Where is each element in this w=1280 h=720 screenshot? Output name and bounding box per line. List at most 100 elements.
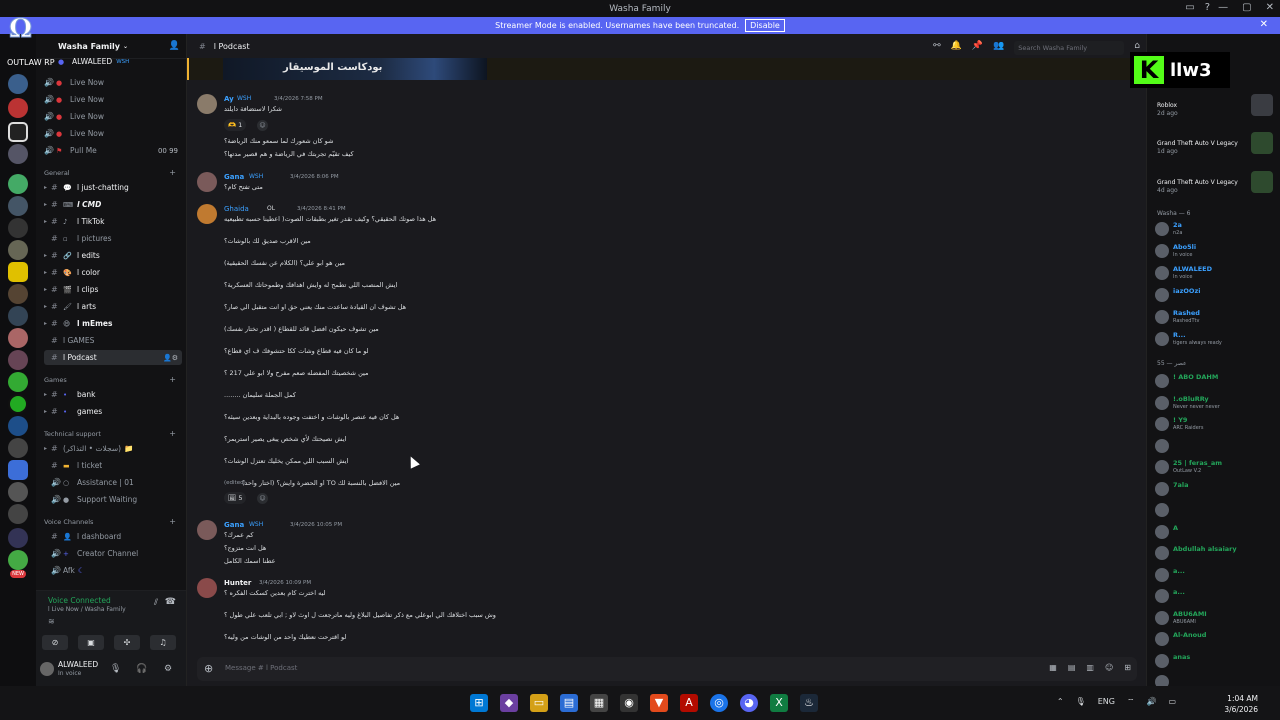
- calculator-icon[interactable]: ▦: [590, 694, 608, 712]
- message-input[interactable]: Message # l Podcast: [225, 664, 297, 672]
- channel-live-now[interactable]: 🔊 ● Live Now: [44, 92, 182, 107]
- add-channel-icon[interactable]: +: [169, 375, 176, 384]
- server-icon[interactable]: [8, 504, 28, 524]
- mic-tray-icon[interactable]: 🎙: [1076, 697, 1086, 707]
- channel-edits[interactable]: ▸ # 🔗 l edits: [44, 248, 182, 263]
- discord-icon[interactable]: ◕: [740, 694, 758, 712]
- channel-games-2[interactable]: ▸ # • games: [44, 404, 182, 419]
- channel-ticket[interactable]: # ▬ l ticket: [44, 458, 182, 473]
- member-item[interactable]: Abo5li In voice: [1153, 242, 1279, 260]
- channel-ticket-logs[interactable]: ▸ # (سجلات • التذاكر) 📁: [44, 441, 182, 456]
- server-icon[interactable]: [8, 482, 28, 502]
- server-icon[interactable]: [8, 240, 28, 260]
- server-icon[interactable]: [8, 284, 28, 304]
- avatar[interactable]: [197, 204, 217, 224]
- member-item[interactable]: ABU6AMI ABU6AMI: [1153, 609, 1279, 627]
- language-indicator[interactable]: ENG: [1098, 697, 1115, 707]
- microphone-icon[interactable]: 🎙: [110, 664, 121, 674]
- avatar[interactable]: [197, 578, 217, 598]
- avatar[interactable]: [40, 662, 54, 676]
- member-item[interactable]: Rashed RashedTtv: [1153, 308, 1279, 326]
- activity-card[interactable]: Roblox 2d ago: [1157, 90, 1277, 126]
- steam-icon[interactable]: ♨: [800, 694, 818, 712]
- add-reaction-icon[interactable]: ☺: [257, 493, 268, 504]
- server-icon[interactable]: [8, 416, 28, 436]
- minimize-icon[interactable]: —: [1218, 2, 1228, 13]
- obs-icon[interactable]: ◉: [620, 694, 638, 712]
- maximize-icon[interactable]: ▢: [1242, 2, 1251, 13]
- channel-dashboard[interactable]: # 👤 l dashboard: [44, 529, 182, 544]
- message-author[interactable]: Ay: [224, 95, 234, 103]
- member-item[interactable]: A: [1153, 523, 1279, 541]
- member-item[interactable]: [1153, 501, 1279, 519]
- channel-games[interactable]: # l GAMES: [44, 333, 182, 348]
- file-explorer-icon[interactable]: ▭: [530, 694, 548, 712]
- activity-card[interactable]: Grand Theft Auto V Legacy 1d ago: [1157, 128, 1277, 164]
- server-icon[interactable]: [8, 144, 28, 164]
- message-author[interactable]: Ghaida: [224, 205, 249, 213]
- server-icon[interactable]: [8, 98, 28, 118]
- channel-pull-me[interactable]: 🔊 ⚑ Pull Me 00 99: [44, 143, 182, 158]
- store-icon[interactable]: ▤: [560, 694, 578, 712]
- channel-just-chatting[interactable]: ▸ # 💬 l just-chatting: [44, 180, 182, 195]
- wifi-icon[interactable]: ⌔: [1127, 697, 1135, 707]
- avatar[interactable]: [197, 94, 217, 114]
- member-item[interactable]: 25 | feras_am OutLaw V.2: [1153, 458, 1279, 476]
- channel-pictures[interactable]: # ▫ l pictures: [44, 231, 182, 246]
- voice-channel-path[interactable]: l Live Now / Washa Family: [48, 606, 126, 613]
- emoji-grid-icon[interactable]: ⊞: [1124, 663, 1131, 672]
- server-icon[interactable]: [8, 74, 28, 94]
- excel-icon[interactable]: X: [770, 694, 788, 712]
- avatar[interactable]: [197, 172, 217, 192]
- server-icon[interactable]: [8, 550, 28, 570]
- channel-cmd[interactable]: ▸ # ⌨ l CMD: [44, 197, 182, 212]
- channel-creator[interactable]: 🔊 + Creator Channel: [44, 546, 182, 561]
- server-icon[interactable]: [8, 306, 28, 326]
- server-icon[interactable]: [8, 372, 28, 392]
- activities-icon[interactable]: ✣: [114, 635, 140, 650]
- activity-card[interactable]: Grand Theft Auto V Legacy 4d ago: [1157, 167, 1277, 203]
- member-item[interactable]: 7ala: [1153, 480, 1279, 498]
- invite-settings-icons[interactable]: 👤⚙: [163, 354, 178, 362]
- server-icon[interactable]: [8, 262, 28, 282]
- gift-icon[interactable]: ▤: [1068, 663, 1076, 672]
- headphones-icon[interactable]: 🎧: [136, 664, 147, 674]
- help-icon[interactable]: ?: [1205, 2, 1210, 13]
- sticker-icon[interactable]: ☺: [1105, 663, 1113, 672]
- server-icon[interactable]: [8, 122, 28, 142]
- member-item[interactable]: anas: [1153, 652, 1279, 670]
- channel-memes[interactable]: ▸ # 😄 l mEmes: [44, 316, 182, 331]
- message-author[interactable]: Gana: [224, 521, 244, 529]
- member-item[interactable]: a...: [1153, 587, 1279, 605]
- noise-icon[interactable]: ≋: [48, 617, 55, 626]
- member-item[interactable]: [1153, 437, 1279, 455]
- member-item[interactable]: Al-Anoud: [1153, 630, 1279, 648]
- server-icon[interactable]: [8, 528, 28, 548]
- battery-icon[interactable]: ▭: [1168, 697, 1176, 707]
- copilot-icon[interactable]: ◆: [500, 694, 518, 712]
- volume-icon[interactable]: 🔊: [1146, 697, 1156, 707]
- close-icon[interactable]: ✕: [1266, 2, 1274, 13]
- add-channel-icon[interactable]: +: [169, 429, 176, 438]
- reaction[interactable]: 🫶 1: [224, 119, 247, 131]
- channel-live-now[interactable]: 🔊 ● Live Now: [44, 75, 182, 90]
- member-item[interactable]: ! ABO DAHM: [1153, 372, 1279, 390]
- category-technical-support[interactable]: Technical support +: [44, 429, 180, 438]
- member-item[interactable]: iazOOzi: [1153, 286, 1279, 304]
- acrobat-icon[interactable]: A: [680, 694, 698, 712]
- search-input[interactable]: Search Washa Family: [1014, 41, 1125, 55]
- avatar[interactable]: [197, 520, 217, 540]
- member-item[interactable]: ! Y9 ARC Raiders: [1153, 415, 1279, 433]
- podcast-banner-image[interactable]: بودكاست الموسيقار: [223, 58, 487, 80]
- member-item[interactable]: a...: [1153, 566, 1279, 584]
- category-games[interactable]: Games +: [44, 375, 180, 384]
- message-author[interactable]: Gana: [224, 173, 244, 181]
- message-author[interactable]: Hunter: [224, 579, 251, 587]
- channel-bank[interactable]: ▸ # • bank: [44, 387, 182, 402]
- category-voice-channels[interactable]: Voice Channels +: [44, 517, 180, 526]
- server-icon[interactable]: [8, 328, 28, 348]
- add-channel-icon[interactable]: +: [169, 517, 176, 526]
- attach-plus-icon[interactable]: ⊕: [204, 662, 213, 675]
- reaction[interactable]: 🖼 5: [224, 492, 247, 504]
- category-general[interactable]: General +: [44, 168, 180, 177]
